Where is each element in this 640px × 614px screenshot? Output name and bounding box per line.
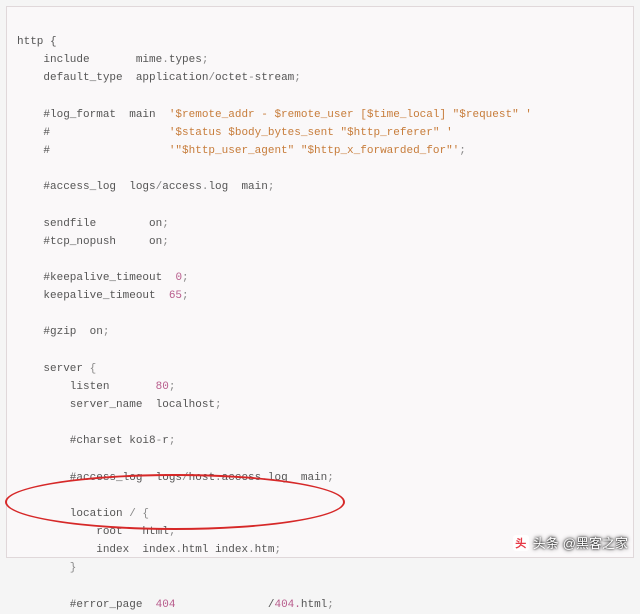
code-line: server {	[17, 363, 96, 375]
watermark-prefix: 头条	[533, 533, 559, 552]
code-line: keepalive_timeout 65;	[17, 290, 189, 302]
code-line: sendfile on;	[17, 218, 169, 230]
watermark-user: @黑客之家	[563, 533, 628, 552]
code-line: }	[17, 562, 76, 574]
toutiao-icon: 头	[513, 535, 529, 551]
code-line: #access_log logs/host.access.log main;	[17, 472, 334, 484]
code-line: #gzip on;	[17, 326, 109, 338]
code-line: # '"$http_user_agent" "$http_x_forwarded…	[17, 145, 466, 157]
code-line: # '$status $body_bytes_sent "$http_refer…	[17, 127, 453, 139]
watermark: 头 头条 @黑客之家	[513, 533, 628, 552]
code-line: listen 80;	[17, 381, 175, 393]
code-line: #charset koi8-r;	[17, 435, 175, 447]
code-line: default_type application/octet-stream;	[17, 72, 301, 84]
nginx-config-code: http { include mime.types; default_type …	[6, 6, 634, 558]
code-line: include mime.types;	[17, 54, 208, 66]
code-line: index index.html index.htm;	[17, 544, 281, 556]
code-line: #tcp_nopush on;	[17, 236, 169, 248]
code-line: root html;	[17, 526, 175, 538]
code-line: #error_page 404 /404.html;	[17, 599, 334, 611]
code-line: server_name localhost;	[17, 399, 222, 411]
code-line: http {	[17, 36, 57, 48]
code-line: location / {	[17, 508, 149, 520]
code-line: #keepalive_timeout 0;	[17, 272, 189, 284]
code-line: #log_format main '$remote_addr - $remote…	[17, 109, 532, 121]
code-line: #access_log logs/access.log main;	[17, 181, 274, 193]
